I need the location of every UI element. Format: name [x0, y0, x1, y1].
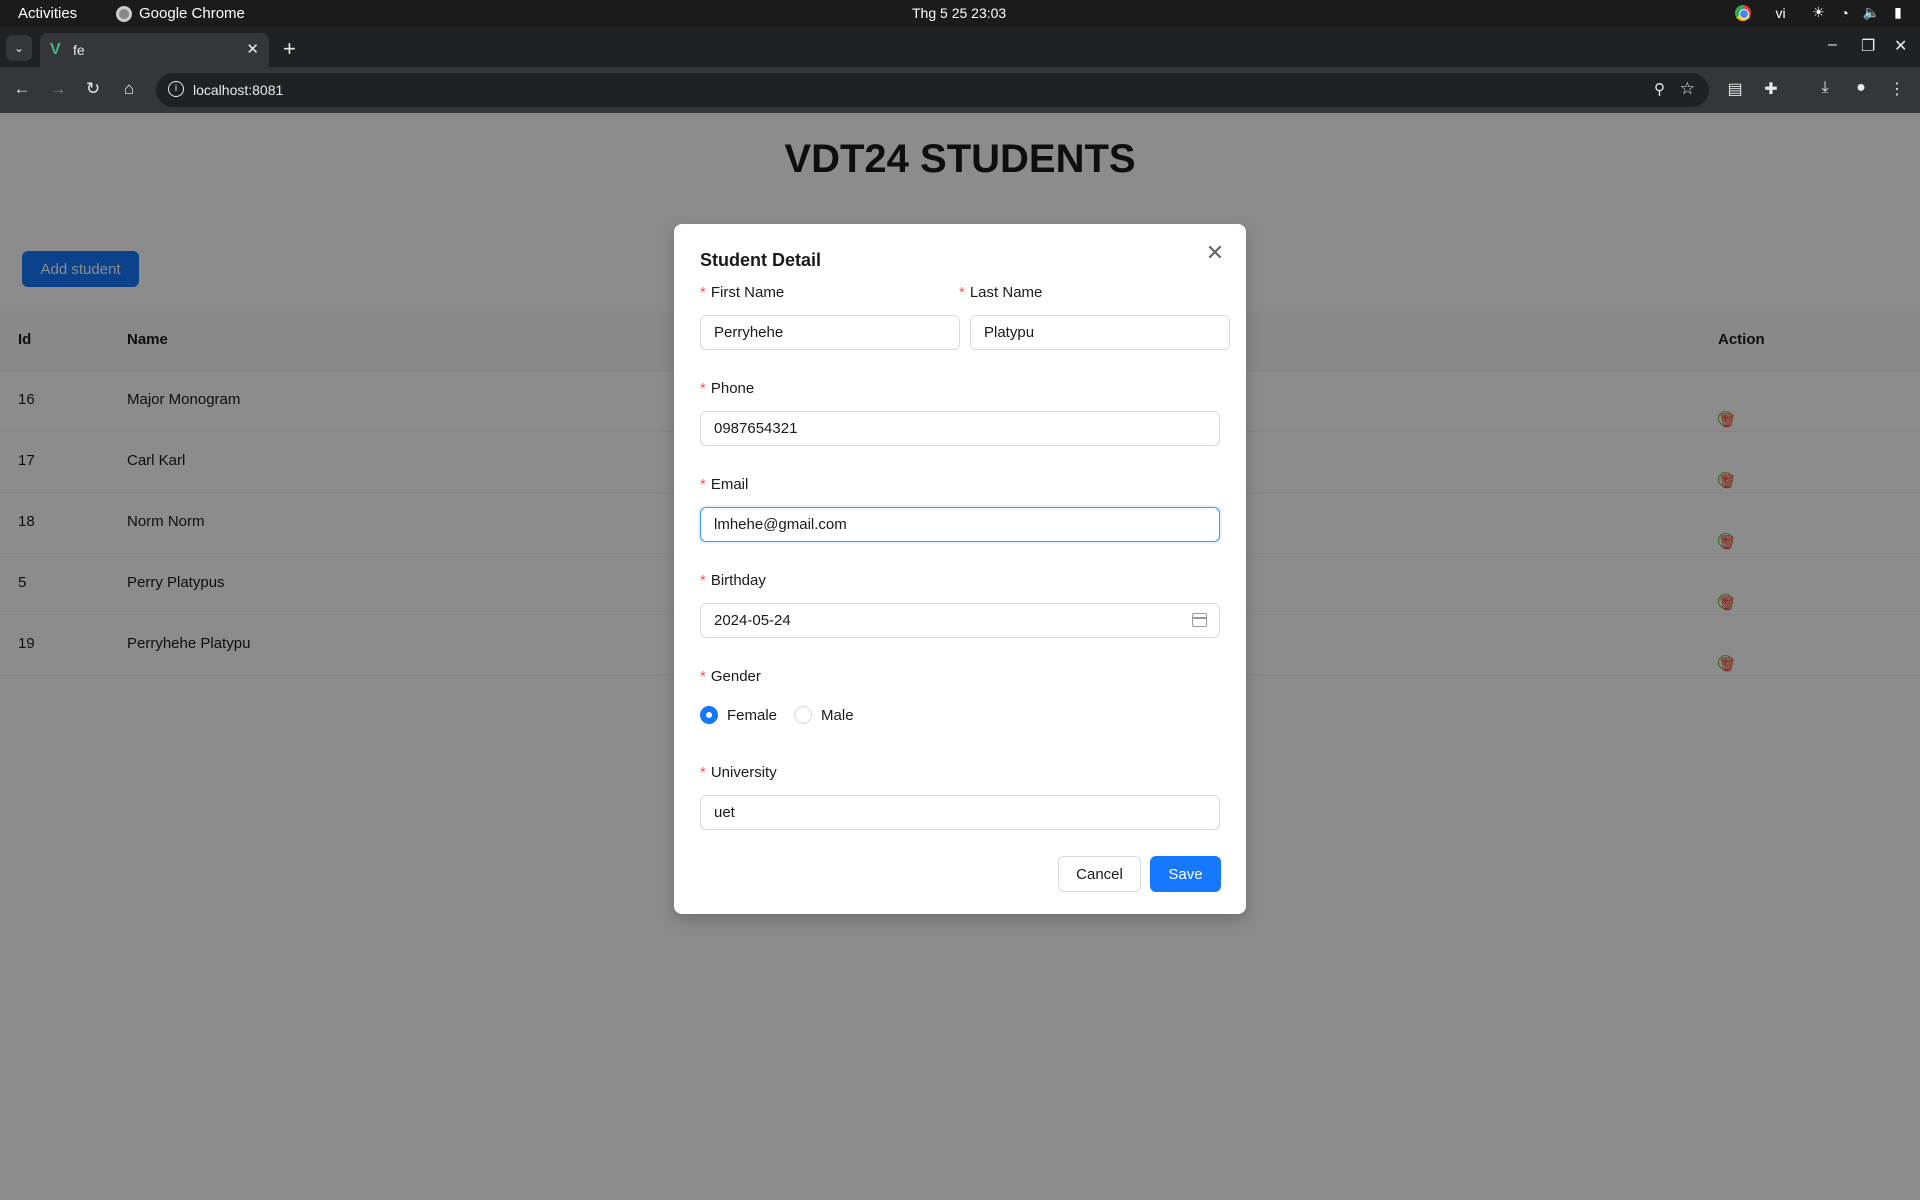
app-menu[interactable]: Google Chrome — [116, 5, 245, 22]
email-input[interactable]: lmhehe@gmail.com — [700, 507, 1220, 542]
email-label: * Email — [700, 476, 749, 493]
vue-favicon-icon: V — [50, 41, 61, 58]
extension-blue-icon[interactable]: ▤ — [1724, 79, 1746, 99]
gender-label: * Gender — [700, 668, 761, 685]
chrome-app-icon — [116, 5, 132, 22]
cancel-button[interactable]: Cancel — [1058, 856, 1141, 892]
bookmark-star-icon[interactable]: ☆ — [1680, 79, 1695, 99]
activities-button[interactable]: Activities — [18, 5, 77, 22]
zoom-icon[interactable]: ⚲ — [1654, 80, 1665, 98]
phone-input[interactable]: 0987654321 — [700, 411, 1220, 446]
gender-male-label[interactable]: Male — [821, 707, 854, 724]
extensions-puzzle-icon[interactable]: ✚ — [1760, 79, 1782, 99]
tab-search-chevron-icon[interactable]: ⌄ — [6, 35, 32, 61]
url-text[interactable]: localhost:8081 — [193, 82, 283, 98]
address-bar[interactable]: i localhost:8081 ⚲ ☆ — [156, 73, 1709, 107]
download-icon[interactable]: ⤓ — [1814, 79, 1836, 97]
calendar-icon[interactable] — [1192, 613, 1207, 627]
university-input[interactable]: uet — [700, 795, 1220, 830]
maximize-icon[interactable]: ❐ — [1861, 36, 1875, 56]
gender-female-radio[interactable] — [700, 706, 718, 724]
last-name-label: * Last Name — [959, 284, 1043, 301]
app-name: Google Chrome — [139, 5, 245, 22]
tab-close-icon[interactable]: ✕ — [246, 40, 259, 58]
system-tray[interactable]: vi ☀ ◔ 🔈 ▮ — [1734, 4, 1906, 21]
tab-title: fe — [73, 42, 85, 58]
university-label: * University — [700, 764, 777, 781]
last-name-input[interactable]: Platypu — [970, 315, 1230, 350]
birthday-label: * Birthday — [700, 572, 766, 589]
birthday-value: 2024-05-24 — [714, 612, 791, 629]
back-arrow-icon[interactable]: ← — [11, 79, 33, 99]
profile-avatar-icon[interactable]: ● — [1850, 79, 1872, 97]
browser-toolbar: ← → ↻ ⌂ i localhost:8081 ⚲ ☆ ▤ ✚ ⤓ ● ⋮ — [0, 67, 1920, 113]
clock[interactable]: Thg 5 25 23:03 — [912, 5, 1006, 21]
first-name-input[interactable]: Perryhehe — [700, 315, 960, 350]
reload-icon[interactable]: ↻ — [82, 79, 104, 99]
minimize-icon[interactable]: – — [1828, 36, 1837, 54]
forward-arrow-icon[interactable]: → — [47, 79, 69, 99]
site-info-icon[interactable]: i — [168, 81, 184, 97]
phone-label: * Phone — [700, 380, 755, 397]
modal-close-icon[interactable]: ✕ — [1202, 240, 1228, 266]
modal-title: Student Detail — [700, 250, 822, 270]
chrome-tray-icon[interactable] — [1734, 4, 1751, 21]
volume-icon[interactable]: 🔈 — [1863, 4, 1880, 21]
save-button[interactable]: Save — [1150, 856, 1221, 892]
system-top-bar: Activities Google Chrome Thg 5 25 23:03 … — [0, 0, 1920, 27]
battery-icon[interactable]: ▮ — [1890, 4, 1906, 21]
browser-tab[interactable]: V fe ✕ — [40, 33, 269, 67]
window-close-icon[interactable]: ✕ — [1894, 36, 1907, 56]
gender-male-radio[interactable] — [794, 706, 813, 724]
new-tab-plus-icon[interactable]: + — [283, 36, 296, 62]
birthday-datepicker[interactable]: 2024-05-24 — [700, 603, 1220, 638]
gender-female-label[interactable]: Female — [727, 707, 777, 724]
brightness-icon[interactable]: ☀ — [1811, 4, 1827, 21]
wifi-icon[interactable]: ◔ — [1837, 5, 1853, 21]
menu-kebab-icon[interactable]: ⋮ — [1886, 79, 1908, 99]
input-method-indicator[interactable]: vi — [1773, 5, 1789, 21]
home-icon[interactable]: ⌂ — [118, 79, 140, 99]
student-detail-modal: Student Detail ✕ * First Name Perryhehe *… — [674, 224, 1246, 914]
first-name-label: * First Name — [700, 284, 785, 301]
gender-radio-group: Female Male — [700, 706, 871, 724]
tab-strip: ⌄ V fe ✕ + – ❐ ✕ — [0, 27, 1920, 67]
